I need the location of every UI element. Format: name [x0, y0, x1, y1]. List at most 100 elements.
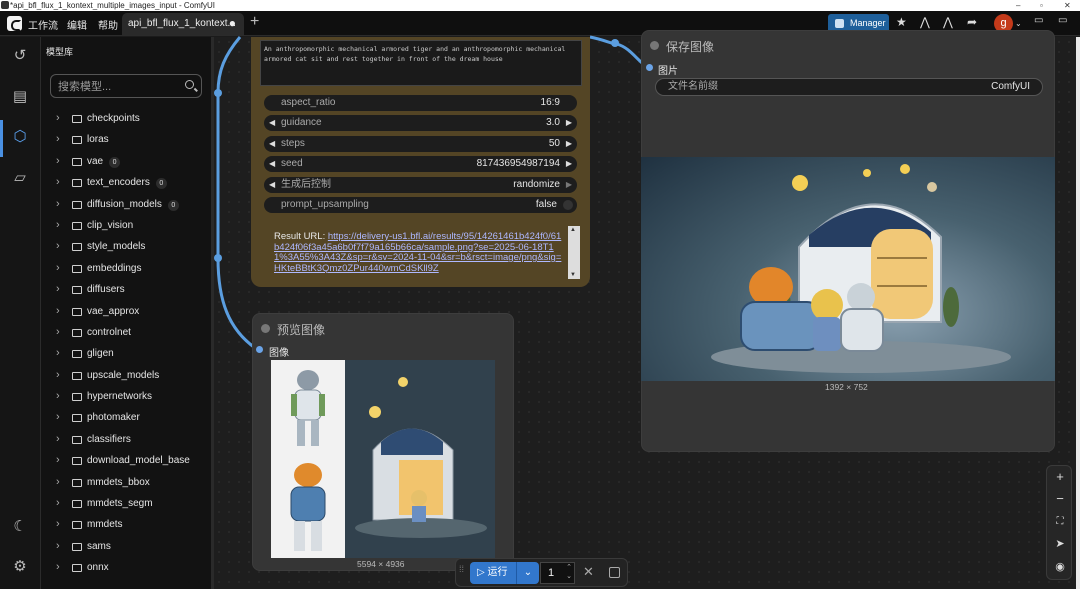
chevron-right-icon[interactable]: › [56, 429, 60, 450]
model-folder-item[interactable]: › onnx [41, 557, 213, 578]
model-folder-item[interactable]: › hypernetworks [41, 386, 213, 407]
chevron-right-icon[interactable]: › [56, 365, 60, 386]
new-tab-button[interactable]: + [250, 13, 259, 31]
chevron-right-icon[interactable]: › [56, 322, 60, 343]
model-folder-item[interactable]: › gligen [41, 343, 213, 364]
zoom-in-icon[interactable]: + [1052, 469, 1068, 485]
widget-control-after-generate[interactable]: ◀ 生成后控制 randomize ▶ [264, 177, 577, 193]
toggle-panel-icon[interactable]: ▭ [1058, 15, 1067, 26]
star-icon[interactable]: ★ [896, 15, 907, 29]
model-folder-item[interactable]: › embeddings [41, 258, 213, 279]
model-folder-item[interactable]: › checkpoints [41, 108, 213, 129]
workflows-folder-icon[interactable]: ▱ [8, 166, 32, 190]
filename-prefix-widget[interactable]: 文件名前缀 ComfyUI [655, 78, 1043, 96]
chevron-down-icon[interactable]: ⌄ [1015, 19, 1022, 28]
decrement-arrow-icon[interactable]: ◀ [269, 156, 275, 172]
decrement-arrow-icon[interactable]: ◀ [269, 136, 275, 152]
widget-seed[interactable]: ◀ seed 817436954987194 ▶ [264, 156, 577, 172]
widget-steps[interactable]: ◀ steps 50 ▶ [264, 136, 577, 152]
chevron-right-icon[interactable]: › [56, 536, 60, 557]
chevron-right-icon[interactable]: › [56, 258, 60, 279]
share-icon[interactable]: ➦ [967, 15, 977, 29]
model-folder-item[interactable]: › sams [41, 536, 213, 557]
queue-icon[interactable]: ▤ [8, 85, 32, 109]
model-folder-item[interactable]: › controlnet [41, 322, 213, 343]
settings-gear-icon[interactable]: ⚙ [8, 555, 32, 579]
model-folder-item[interactable]: › classifiers [41, 429, 213, 450]
close-window-button[interactable]: ✕ [1064, 0, 1071, 11]
widget-guidance[interactable]: ◀ guidance 3.0 ▶ [264, 115, 577, 131]
chevron-right-icon[interactable]: › [56, 151, 60, 172]
model-search[interactable] [50, 74, 202, 98]
node-collapse-dot[interactable] [650, 41, 659, 50]
chevron-right-icon[interactable]: › [56, 450, 60, 471]
model-folder-item[interactable]: › mmdets [41, 514, 213, 535]
comfyui-logo-icon[interactable] [7, 16, 22, 31]
model-folder-item[interactable]: › vae 0 [41, 151, 213, 172]
model-library-icon[interactable]: ⬡ [8, 125, 32, 149]
increment-arrow-icon[interactable]: ▶ [566, 177, 572, 193]
model-folder-item[interactable]: › loras [41, 129, 213, 150]
increment-arrow-icon[interactable]: ▶ [566, 156, 572, 172]
increment-arrow-icon[interactable]: ▶ [566, 115, 572, 131]
widget-prompt-upsampling[interactable]: prompt_upsampling false [264, 197, 577, 213]
menu-help[interactable]: 帮助 [98, 17, 118, 32]
menu-workflow[interactable]: 工作流 [28, 17, 58, 32]
batch-stepper-icon[interactable]: ⌃ ⌄ [566, 563, 572, 581]
chevron-right-icon[interactable]: › [56, 129, 60, 150]
topbar-tool-icon-1[interactable]: ⋀ [920, 15, 930, 29]
minimize-button[interactable]: – [1016, 0, 1020, 11]
batch-count-input[interactable]: 1 ⌃ ⌄ [540, 562, 575, 584]
increment-arrow-icon[interactable]: ▶ [566, 136, 572, 152]
zoom-out-icon[interactable]: − [1052, 491, 1068, 507]
model-folder-item[interactable]: › download_model_base [41, 450, 213, 471]
model-folder-item[interactable]: › style_models [41, 236, 213, 257]
prompt-textarea[interactable]: An anthropomorphic mechanical armored ti… [260, 40, 582, 86]
model-folder-item[interactable]: › clip_vision [41, 215, 213, 236]
toggle-bottom-panel-icon[interactable]: ▭ [1034, 15, 1043, 26]
chevron-right-icon[interactable]: › [56, 215, 60, 236]
fit-view-icon[interactable]: ⛶ [1052, 514, 1068, 530]
chevron-right-icon[interactable]: › [56, 236, 60, 257]
page-scrollbar[interactable] [1076, 37, 1080, 589]
chevron-right-icon[interactable]: › [56, 343, 60, 364]
chevron-right-icon[interactable]: › [56, 557, 60, 578]
model-folder-item[interactable]: › photomaker [41, 407, 213, 428]
menu-edit[interactable]: 编辑 [67, 17, 87, 32]
chevron-right-icon[interactable]: › [56, 386, 60, 407]
chevron-right-icon[interactable]: › [56, 493, 60, 514]
topbar-tool-icon-2[interactable]: ⋀ [943, 15, 953, 29]
select-mode-icon[interactable]: ➤ [1052, 536, 1068, 552]
widget-aspect-ratio[interactable]: aspect_ratio 16:9 [264, 95, 577, 111]
input-port[interactable] [256, 346, 263, 353]
toggle-switch[interactable] [563, 200, 573, 210]
stop-queue-icon[interactable] [609, 567, 620, 578]
cancel-run-icon[interactable]: ✕ [583, 564, 594, 580]
decrement-arrow-icon[interactable]: ◀ [269, 177, 275, 193]
history-icon[interactable]: ↺ [8, 44, 32, 68]
model-folder-item[interactable]: › diffusion_models 0 [41, 194, 213, 215]
model-folder-item[interactable]: › text_encoders 0 [41, 172, 213, 193]
model-folder-item[interactable]: › mmdets_bbox [41, 472, 213, 493]
tab-workflow[interactable]: api_bfl_flux_1_kontext... ● [122, 13, 244, 35]
chevron-right-icon[interactable]: › [56, 407, 60, 428]
chevron-right-icon[interactable]: › [56, 194, 60, 215]
chevron-right-icon[interactable]: › [56, 172, 60, 193]
chevron-right-icon[interactable]: › [56, 108, 60, 129]
model-folder-item[interactable]: › vae_approx [41, 301, 213, 322]
run-options-chevron-icon[interactable]: ⌄ [516, 562, 539, 584]
node-collapse-dot[interactable] [261, 324, 270, 333]
result-scrollbar[interactable] [568, 226, 580, 279]
chevron-right-icon[interactable]: › [56, 279, 60, 300]
search-input[interactable] [58, 80, 176, 93]
chevron-right-icon[interactable]: › [56, 301, 60, 322]
drag-handle-icon[interactable]: ⁞⁞ [459, 565, 464, 574]
chevron-right-icon[interactable]: › [56, 472, 60, 493]
input-port[interactable] [646, 64, 653, 71]
chevron-right-icon[interactable]: › [56, 514, 60, 535]
toggle-links-eye-icon[interactable]: ◉ [1052, 559, 1068, 575]
run-button[interactable]: ▷ 运行 ⌄ [470, 562, 539, 584]
model-folder-item[interactable]: › upscale_models [41, 365, 213, 386]
model-folder-item[interactable]: › mmdets_segm [41, 493, 213, 514]
maximize-button[interactable]: ▫ [1040, 0, 1043, 11]
